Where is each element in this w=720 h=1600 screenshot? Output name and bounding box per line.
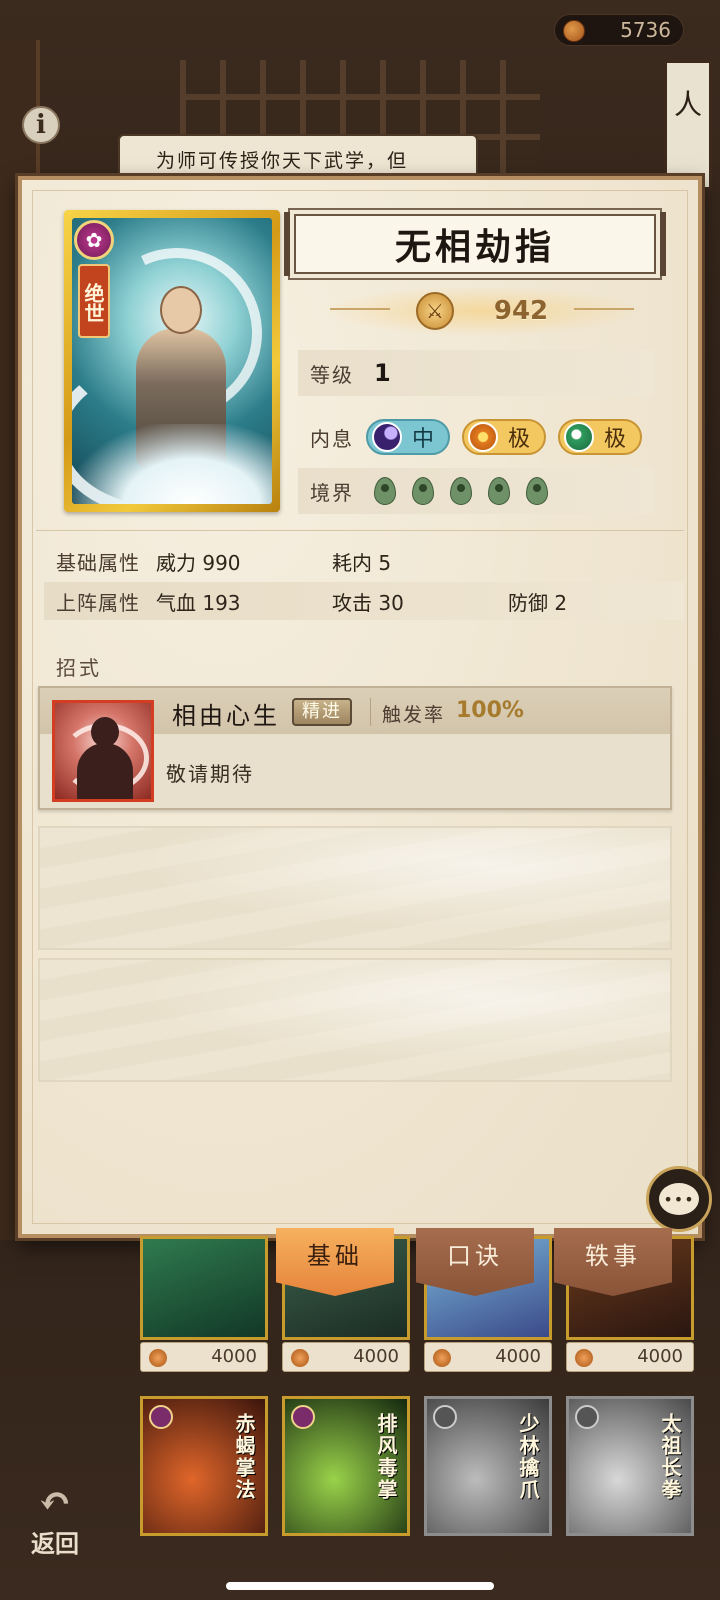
jade-orb-icon (563, 422, 594, 452)
tab-basic[interactable]: 基础 (276, 1228, 394, 1296)
neixi-pill-2[interactable]: 极 (461, 419, 546, 455)
rarity-gem-icon (149, 1405, 173, 1429)
price-tag: 4000 (424, 1342, 552, 1372)
home-indicator[interactable] (226, 1582, 494, 1590)
tab-anecdote[interactable]: 轶事 (554, 1228, 672, 1296)
realm-drop-icon (450, 477, 472, 505)
skill-card: ✿ 绝世 (64, 210, 280, 512)
rarity-tag: 绝世 (78, 264, 110, 338)
skill-card-art (72, 218, 272, 504)
skill-name: 无相劫指 (394, 226, 555, 268)
grid-card[interactable]: 排风毒掌 (282, 1396, 410, 1536)
moves-section-title: 招式 (56, 656, 102, 680)
price-tag: 4000 (282, 1342, 410, 1372)
deploy-def: 防御 2 (508, 590, 568, 615)
deploy-hp: 气血 193 (156, 590, 241, 615)
skill-title-plaque: 无相劫指 (284, 212, 666, 276)
empty-move-slot (38, 958, 672, 1082)
coin-icon (433, 1349, 451, 1367)
divider (36, 530, 684, 531)
rarity-gem-icon (433, 1405, 457, 1429)
level-value: 1 (374, 359, 391, 387)
base-stats-row: 基础属性 威力 990 耗内 5 (44, 542, 684, 580)
realm-row: 境界 (298, 468, 654, 514)
sun-orb-icon (467, 422, 498, 452)
grid-card[interactable]: 少林擒爪 (424, 1396, 552, 1536)
sword-icon: ⚔ (415, 292, 454, 330)
coin-icon (291, 1349, 309, 1367)
empty-move-slot (38, 826, 672, 950)
grid-card[interactable] (140, 1236, 268, 1340)
realm-drop-icon (412, 477, 434, 505)
coin-amount: 5736 (620, 18, 671, 42)
neixi-pill-1[interactable]: 中 (365, 419, 450, 455)
chat-bubble-icon: ••• (659, 1183, 699, 1215)
neixi-pill-3[interactable]: 极 (557, 419, 642, 455)
move-name: 相由心生 (172, 702, 280, 730)
grid-card[interactable]: 赤蝎掌法 (140, 1396, 268, 1536)
rarity-gem-icon: ✿ (74, 220, 114, 260)
moon-orb-icon (371, 422, 402, 452)
price-tag: 4000 (566, 1342, 694, 1372)
coin-icon (149, 1349, 167, 1367)
coin-counter[interactable]: 5736 (554, 14, 684, 46)
realm-drop-icon (374, 477, 396, 505)
base-power: 威力 990 (156, 550, 241, 575)
power-row: ⚔ 942 (322, 286, 642, 336)
rarity-gem-icon (291, 1405, 315, 1429)
rarity-gem-icon (575, 1405, 599, 1429)
power-value: 942 (493, 296, 549, 326)
neixi-row: 内息 中 极 极 (298, 414, 654, 460)
base-cost: 耗内 5 (332, 550, 392, 575)
trigger-rate-value: 100% (456, 698, 524, 723)
realm-drop-icon (488, 477, 510, 505)
deploy-stats-row: 上阵属性 气血 193 攻击 30 防御 2 (44, 582, 684, 620)
trigger-rate-label: 触发率 (382, 704, 446, 726)
tab-mnemonic[interactable]: 口诀 (416, 1228, 534, 1296)
background-scroll: 人 (664, 60, 712, 190)
move-description: 敬请期待 (166, 762, 254, 786)
deploy-atk: 攻击 30 (332, 590, 404, 615)
screen: 人 5736 i 为师可传授你天下武学，但 ✿ 绝世 无相劫指 ⚔ 942 等级… (0, 0, 720, 1600)
chat-button[interactable]: ••• (646, 1166, 712, 1232)
back-arrow-icon: ↶ (38, 1478, 72, 1525)
back-button[interactable]: ↶ 返回 (20, 1480, 90, 1560)
skill-detail-panel: ✿ 绝世 无相劫指 ⚔ 942 等级 1 内息 中 极 极 境界 基础属性 威力… (18, 176, 702, 1238)
move-icon (52, 700, 154, 802)
coin-icon (575, 1349, 593, 1367)
level-row: 等级 1 (298, 350, 654, 396)
price-tag: 4000 (140, 1342, 268, 1372)
info-icon[interactable]: i (22, 106, 60, 144)
move-card[interactable]: 相由心生 精进 触发率 100% 敬请期待 (38, 686, 672, 810)
coin-icon (563, 20, 585, 42)
grid-card[interactable]: 太祖长拳 (566, 1396, 694, 1536)
move-badge: 精进 (292, 698, 352, 726)
realm-drop-icon (526, 477, 548, 505)
